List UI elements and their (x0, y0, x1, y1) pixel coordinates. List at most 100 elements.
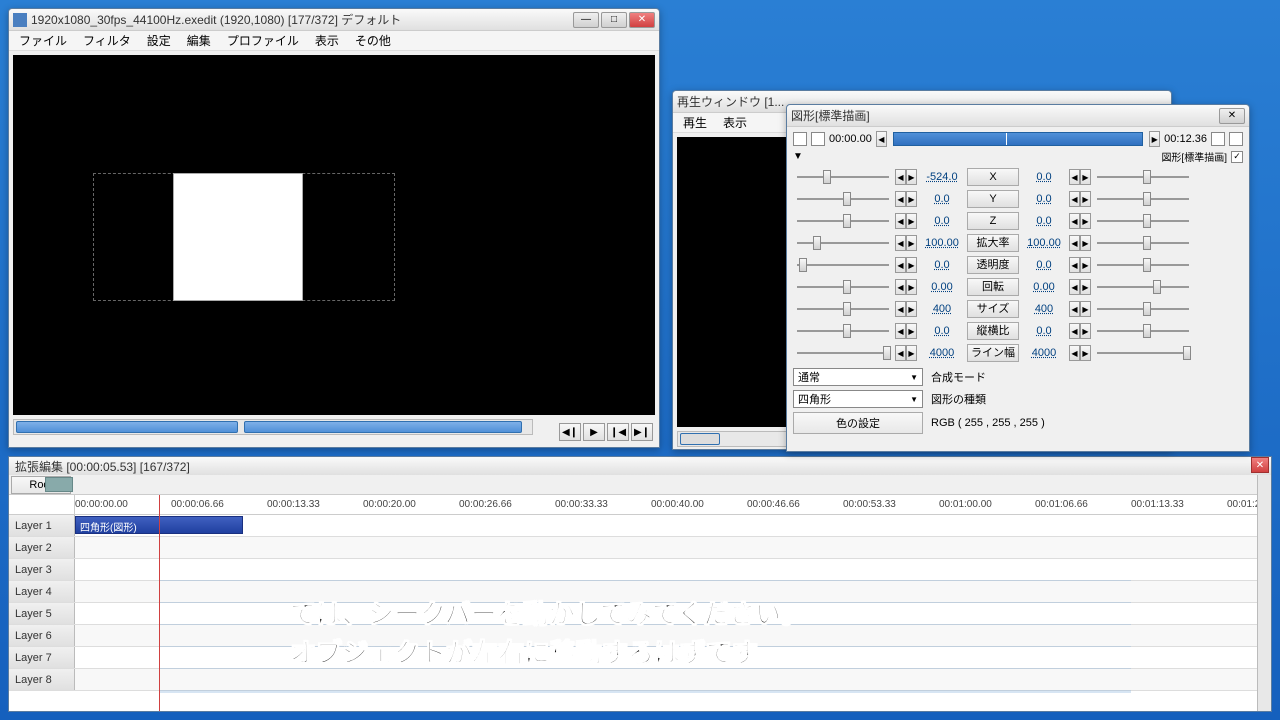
inc-8-l[interactable]: ▶ (906, 345, 917, 361)
dec-6-l[interactable]: ◀ (895, 301, 906, 317)
slider-Z-left[interactable] (793, 212, 893, 230)
val-2-left[interactable]: 0.0 (919, 215, 965, 227)
slider-X-right[interactable] (1093, 168, 1193, 186)
layer-track[interactable] (75, 603, 1257, 624)
timeline-title[interactable]: 拡張編集 [00:00:05.53] [167/372] ✕ (9, 457, 1271, 475)
val-2-right[interactable]: 0.0 (1021, 215, 1067, 227)
slider-回転-left[interactable] (793, 278, 893, 296)
param-label-6[interactable]: サイズ (967, 300, 1019, 318)
val-7-right[interactable]: 0.0 (1021, 325, 1067, 337)
slider-Z-right[interactable] (1093, 212, 1193, 230)
color-button[interactable]: 色の設定 (793, 412, 923, 434)
menu-filter[interactable]: フィルタ (77, 30, 137, 51)
timeline-ruler[interactable]: 00:00:00.0000:00:06.6600:00:13.3300:00:2… (9, 495, 1271, 515)
param-label-7[interactable]: 縦横比 (967, 322, 1019, 340)
dec-2-r[interactable]: ◀ (1069, 213, 1080, 229)
layer-label[interactable]: Layer 2 (9, 537, 75, 558)
val-1-left[interactable]: 0.0 (919, 193, 965, 205)
dec-0-l[interactable]: ◀ (895, 169, 906, 185)
menu-file[interactable]: ファイル (13, 30, 73, 51)
dec-4-r[interactable]: ◀ (1069, 257, 1080, 273)
inc-0-r[interactable]: ▶ (1080, 169, 1091, 185)
val-0-right[interactable]: 0.0 (1021, 171, 1067, 183)
layer-track[interactable] (75, 669, 1257, 690)
slider-ライン幅-left[interactable] (793, 344, 893, 362)
blend-mode-combo[interactable]: 通常▼ (793, 368, 923, 386)
param-label-8[interactable]: ライン幅 (967, 344, 1019, 362)
inc-5-l[interactable]: ▶ (906, 279, 917, 295)
param-label-5[interactable]: 回転 (967, 278, 1019, 296)
val-1-right[interactable]: 0.0 (1021, 193, 1067, 205)
menu-settings[interactable]: 設定 (141, 30, 177, 51)
inc-5-r[interactable]: ▶ (1080, 279, 1091, 295)
section-checkbox[interactable]: ✓ (1231, 151, 1243, 163)
prop-icon-4[interactable] (1229, 132, 1243, 146)
inc-7-l[interactable]: ▶ (906, 323, 917, 339)
main-titlebar[interactable]: 1920x1080_30fps_44100Hz.exedit (1920,108… (9, 9, 659, 31)
val-8-right[interactable]: 4000 (1021, 347, 1067, 359)
inc-2-r[interactable]: ▶ (1080, 213, 1091, 229)
layer-track[interactable] (75, 559, 1257, 580)
prop-seek-back[interactable]: ◀ (876, 131, 887, 147)
slider-拡大率-left[interactable] (793, 234, 893, 252)
goto-end-button[interactable]: ▶❙ (631, 423, 653, 441)
prop-seek-fwd[interactable]: ▶ (1149, 131, 1160, 147)
slider-透明度-right[interactable] (1093, 256, 1193, 274)
val-4-left[interactable]: 0.0 (919, 259, 965, 271)
dec-5-l[interactable]: ◀ (895, 279, 906, 295)
inc-3-r[interactable]: ▶ (1080, 235, 1091, 251)
val-3-left[interactable]: 100.00 (919, 237, 965, 249)
layer-label[interactable]: Layer 6 (9, 625, 75, 646)
prop-close-button[interactable]: ✕ (1219, 108, 1245, 124)
param-label-2[interactable]: Z (967, 212, 1019, 230)
layer-track[interactable] (75, 625, 1257, 646)
shape-object[interactable] (173, 173, 303, 301)
dec-4-l[interactable]: ◀ (895, 257, 906, 273)
val-3-right[interactable]: 100.00 (1021, 237, 1067, 249)
param-label-0[interactable]: X (967, 168, 1019, 186)
val-0-left[interactable]: -524.0 (919, 171, 965, 183)
layer-label[interactable]: Layer 8 (9, 669, 75, 690)
menu-pview[interactable]: 表示 (717, 112, 753, 133)
inc-1-l[interactable]: ▶ (906, 191, 917, 207)
maximize-button[interactable]: □ (601, 12, 627, 28)
timeline-close-button[interactable]: ✕ (1251, 457, 1269, 473)
layer-label[interactable]: Layer 7 (9, 647, 75, 668)
inc-3-l[interactable]: ▶ (906, 235, 917, 251)
goto-start-button[interactable]: ❙◀ (607, 423, 629, 441)
dec-6-r[interactable]: ◀ (1069, 301, 1080, 317)
inc-6-r[interactable]: ▶ (1080, 301, 1091, 317)
inc-4-l[interactable]: ▶ (906, 257, 917, 273)
layer-label[interactable]: Layer 1 (9, 515, 75, 536)
dec-8-r[interactable]: ◀ (1069, 345, 1080, 361)
menu-other[interactable]: その他 (349, 30, 397, 51)
inc-6-l[interactable]: ▶ (906, 301, 917, 317)
param-label-3[interactable]: 拡大率 (967, 234, 1019, 252)
dec-3-r[interactable]: ◀ (1069, 235, 1080, 251)
prop-icon-1[interactable] (793, 132, 807, 146)
menu-edit[interactable]: 編集 (181, 30, 217, 51)
menu-view[interactable]: 表示 (309, 30, 345, 51)
layer-label[interactable]: Layer 5 (9, 603, 75, 624)
prop-icon-3[interactable] (1211, 132, 1225, 146)
slider-サイズ-right[interactable] (1093, 300, 1193, 318)
dec-8-l[interactable]: ◀ (895, 345, 906, 361)
inc-0-l[interactable]: ▶ (906, 169, 917, 185)
prop-titlebar[interactable]: 図形[標準描画] ✕ (787, 105, 1249, 127)
slider-縦横比-left[interactable] (793, 322, 893, 340)
slider-透明度-left[interactable] (793, 256, 893, 274)
minimize-button[interactable]: — (573, 12, 599, 28)
dec-7-r[interactable]: ◀ (1069, 323, 1080, 339)
preview-area[interactable] (13, 55, 655, 415)
dec-0-r[interactable]: ◀ (1069, 169, 1080, 185)
inc-7-r[interactable]: ▶ (1080, 323, 1091, 339)
layer-track[interactable] (75, 537, 1257, 558)
prop-icon-2[interactable] (811, 132, 825, 146)
dec-1-r[interactable]: ◀ (1069, 191, 1080, 207)
layer-track[interactable]: 四角形(図形) (75, 515, 1257, 536)
slider-X-left[interactable] (793, 168, 893, 186)
dec-3-l[interactable]: ◀ (895, 235, 906, 251)
inc-4-r[interactable]: ▶ (1080, 257, 1091, 273)
val-4-right[interactable]: 0.0 (1021, 259, 1067, 271)
menu-profile[interactable]: プロファイル (221, 30, 305, 51)
